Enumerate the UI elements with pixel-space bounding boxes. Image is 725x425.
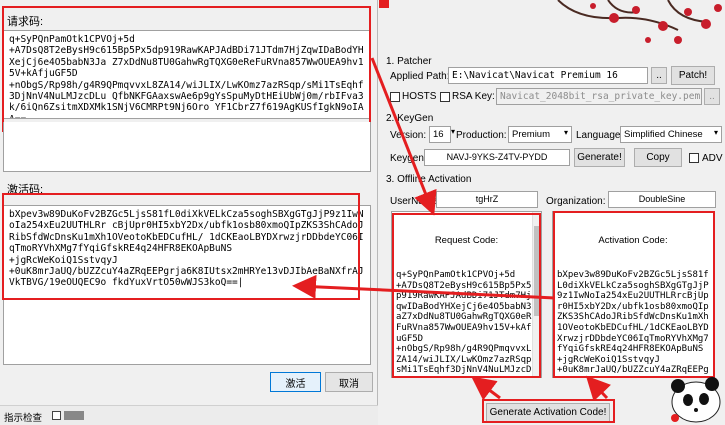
- request-code-title: Request Code:: [434, 235, 499, 247]
- keygen-section-title: 2. KeyGen: [386, 113, 434, 124]
- keygen-label: Keygen: [390, 153, 424, 164]
- chevron-down-icon: ▾: [713, 128, 718, 137]
- rsa-key-checkbox[interactable]: [440, 92, 450, 102]
- plum-blossom-decoration: [557, 0, 722, 44]
- activation-code-label: 激活码:: [7, 184, 44, 196]
- activation-code-box[interactable]: Activation Code: bXpev3w89DuKoFv2BZGc5Lj…: [552, 211, 714, 378]
- rsa-key-label: RSA Key:: [452, 91, 495, 102]
- language-value: Simplified Chinese: [624, 129, 703, 140]
- activation-dialog: 请求码: q+SyPQnPamOtk1CPVOj+5d +A7DsQ8T2eBy…: [0, 0, 378, 405]
- language-label: Language:: [576, 130, 624, 141]
- language-select[interactable]: Simplified Chinese ▾: [620, 126, 722, 143]
- production-value: Premium: [512, 129, 551, 140]
- request-code-label: 请求码:: [7, 16, 44, 28]
- organization-input[interactable]: DoubleSine: [608, 191, 716, 208]
- status-text-fragment: [64, 411, 84, 420]
- applied-path-input[interactable]: E:\Navicat\Navicat Premium 16: [448, 67, 648, 84]
- cancel-button[interactable]: 取消: [325, 372, 373, 392]
- rsa-key-input[interactable]: Navicat_2048bit_rsa_private_key.pem: [496, 88, 702, 105]
- navicat-patcher-window: 1. Patcher Applied Path: E:\Navicat\Navi…: [378, 0, 725, 425]
- status-strip: 指示检查: [0, 405, 378, 425]
- version-label: Version:: [390, 130, 427, 141]
- hosts-label: HOSTS: [402, 91, 437, 102]
- organization-label: Organization:: [546, 196, 606, 207]
- scrollbar-thumb[interactable]: [534, 226, 540, 316]
- chevron-down-icon: ▾: [563, 128, 568, 137]
- request-code-field-lower: [3, 122, 371, 172]
- adv-checkbox[interactable]: [689, 153, 699, 163]
- username-label: UserName:: [390, 196, 441, 207]
- patch-button[interactable]: Patch!: [671, 66, 715, 85]
- request-code-scrollbar[interactable]: [532, 212, 541, 377]
- request-code-field[interactable]: q+SyPQnPamOtk1CPVOj+5d +A7DsQ8T2eBysH9c6…: [3, 30, 371, 119]
- patcher-section-title: 1. Patcher: [386, 56, 432, 67]
- request-code-text: q+SyPQnPamOtk1CPVOj+5d +A7DsQ8T2eBysH9c6…: [396, 269, 537, 377]
- browse-path-button[interactable]: ..: [651, 67, 667, 84]
- adv-label: ADV: [702, 153, 723, 164]
- minimize-marker: [379, 0, 389, 8]
- hosts-checkbox[interactable]: [390, 92, 400, 102]
- username-input[interactable]: tgHrZ: [436, 191, 538, 208]
- activate-button[interactable]: 激活: [270, 372, 321, 392]
- offline-activation-title: 3. Offline Activation: [386, 174, 472, 185]
- generate-button[interactable]: Generate!: [574, 148, 625, 167]
- applied-path-label: Applied Path:: [390, 71, 450, 82]
- activation-code-title: Activation Code:: [598, 235, 668, 247]
- generate-activation-code-button[interactable]: Generate Activation Code!: [486, 403, 610, 422]
- production-label: Production:: [456, 130, 507, 141]
- copy-button[interactable]: Copy: [634, 148, 682, 167]
- status-checkbox[interactable]: [52, 411, 61, 420]
- request-code-box[interactable]: Request Code: q+SyPQnPamOtk1CPVOj+5d +A7…: [391, 211, 542, 378]
- chevron-down-icon: ▾: [450, 127, 455, 136]
- status-text: 指示检查: [4, 413, 43, 424]
- panda-decoration: [671, 377, 721, 423]
- rsa-browse-button[interactable]: ..: [704, 88, 720, 105]
- activation-code-field[interactable]: bXpev3w89DuKoFv2BZGc5LjsS81fL0diXkVELkCz…: [3, 205, 371, 365]
- production-select[interactable]: Premium ▾: [508, 126, 572, 143]
- activation-code-text: bXpev3w89DuKoFv2BZGc5LjsS81fL0diXkVELkCz…: [557, 269, 709, 377]
- keygen-input[interactable]: NAVJ-9YKS-Z4TV-PYDD: [424, 149, 570, 166]
